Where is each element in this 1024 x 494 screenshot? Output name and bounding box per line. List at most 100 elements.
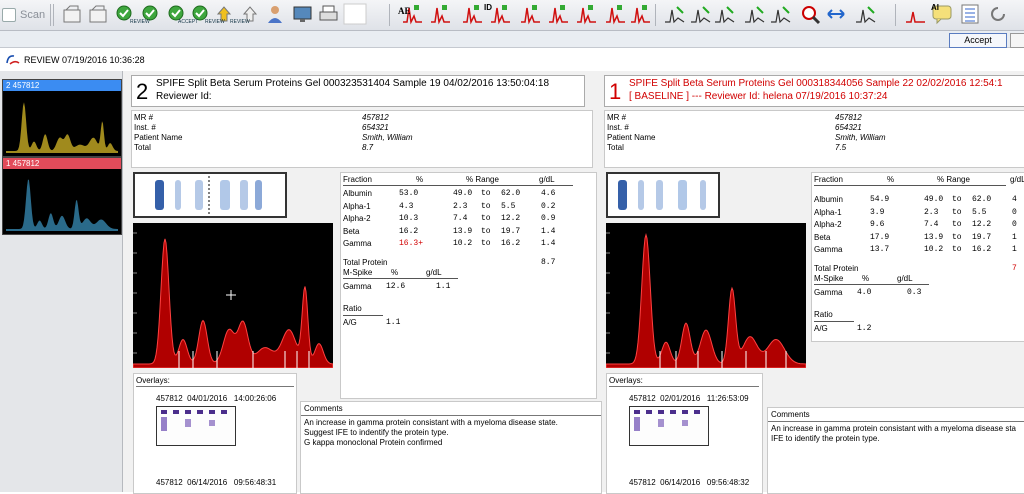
fraction-name: Albumin xyxy=(343,189,372,198)
arrows-icon[interactable] xyxy=(827,9,845,19)
chart-icon[interactable] xyxy=(691,6,711,24)
mspike-name: Gamma xyxy=(343,281,372,291)
accept-button[interactable]: Accept xyxy=(949,33,1007,48)
sample-thumbnail[interactable]: 2 457812 xyxy=(2,79,122,157)
ife-band xyxy=(221,410,227,414)
edit-icon[interactable] xyxy=(89,5,107,23)
peak-icon[interactable] xyxy=(491,5,510,25)
mspike-gdl: 0.3 xyxy=(907,287,922,297)
review-icon[interactable] xyxy=(142,5,158,21)
overlay-entry[interactable]: 457812 06/14/2016 09:56:48:32 xyxy=(629,478,749,487)
peak-icon[interactable] xyxy=(577,5,596,25)
recent-mini-label: REVIEW xyxy=(230,19,250,25)
peak-icon[interactable] xyxy=(631,5,650,25)
sample-thumbnail[interactable]: 1 457812 xyxy=(2,157,122,235)
fraction-low: 7.4 xyxy=(453,214,468,223)
ae-icon[interactable] xyxy=(343,3,367,25)
mspike-pct: 12.6 xyxy=(386,281,406,291)
fraction-name: Alpha-2 xyxy=(814,220,842,229)
gel-bands xyxy=(618,180,706,210)
fraction-high: 12.2 xyxy=(972,220,992,229)
fraction-name: Gamma xyxy=(814,245,843,254)
ife-band xyxy=(185,419,191,427)
overlay-entry[interactable]: 457812 04/01/2016 14:00:26:06 xyxy=(156,394,276,403)
chart-icon[interactable] xyxy=(745,6,765,24)
recent-icon[interactable] xyxy=(192,5,208,21)
fraction-table: Fraction% % Range g/dL Albumin 53.0 49.0 to 62.… xyxy=(340,172,597,399)
densitometry-plot[interactable] xyxy=(605,223,807,369)
overlay-date: 04/01/2016 xyxy=(187,394,228,403)
ife-band xyxy=(173,410,179,414)
fraction-to: to xyxy=(481,189,491,198)
refresh-icon[interactable] xyxy=(991,7,1005,21)
peak-icon[interactable] xyxy=(606,5,625,25)
overlay-gel-image xyxy=(629,406,709,446)
total-protein-value: 7 xyxy=(1012,263,1017,273)
fraction-high: 5.5 xyxy=(972,207,987,217)
chart-icon[interactable] xyxy=(665,6,685,24)
user-icon[interactable] xyxy=(268,6,282,23)
reviewe-icon[interactable] xyxy=(116,5,132,21)
ai-icon[interactable] xyxy=(906,11,925,23)
overlay-gel-image xyxy=(156,406,236,446)
patient-name-label: Patient Name xyxy=(134,133,183,142)
toolbar-divider xyxy=(389,4,390,26)
folder-icon[interactable] xyxy=(63,5,81,23)
gel-band xyxy=(678,180,687,210)
fraction-gdl: 4 xyxy=(1012,195,1017,204)
monitor-icon[interactable] xyxy=(293,6,312,22)
fraction-high: 16.2 xyxy=(972,245,992,254)
gel-band xyxy=(155,180,164,210)
peak-icon[interactable] xyxy=(549,5,568,25)
fraction-gdl: 1 xyxy=(1012,245,1017,254)
chart-icon[interactable] xyxy=(856,6,876,24)
notes-icon[interactable] xyxy=(961,4,979,24)
fraction-gdl: 0.9 xyxy=(541,214,556,223)
fraction-to: to xyxy=(952,195,962,204)
fraction-name: Alpha-2 xyxy=(343,214,371,223)
sample-header: 2 SPIFE Split Beta Serum Proteins Gel 00… xyxy=(131,75,585,107)
comparison-area: 2 SPIFE Split Beta Serum Proteins Gel 00… xyxy=(123,71,1024,494)
accept-mini-label: REVIEW xyxy=(205,19,225,25)
chart-icon[interactable] xyxy=(771,6,791,24)
fraction-header: % xyxy=(416,175,424,184)
fraction-name: Beta xyxy=(814,232,831,242)
patient-info: MR # Inst. # Patient Name Total 457812 6… xyxy=(131,110,593,168)
peak-icon[interactable] xyxy=(521,5,540,25)
overlay-entry[interactable]: 457812 06/14/2016 09:56:48:31 xyxy=(156,478,276,487)
total-value: 7.5 xyxy=(835,143,847,152)
ratio-label: Ratio xyxy=(343,303,362,313)
zoom-icon[interactable] xyxy=(802,6,821,25)
fraction-high: 12.2 xyxy=(501,214,521,223)
comments-text[interactable]: An increase in gamma protein consistant … xyxy=(304,418,558,448)
overlays-label: Overlays: xyxy=(609,376,643,385)
accept-icon[interactable] xyxy=(168,5,184,21)
toolbar-divider xyxy=(895,4,896,26)
peak-icon[interactable] xyxy=(431,5,450,25)
mspike-header: g/dL xyxy=(897,273,913,283)
overlay-time: 14:00:26:06 xyxy=(233,394,277,403)
overlay-entry[interactable]: 457812 02/01/2016 11:26:53:09 xyxy=(629,394,749,403)
fraction-row: Gamma 13.7 10.2 to 16.2 1 xyxy=(812,245,1024,257)
chart-icon[interactable] xyxy=(715,6,735,24)
overlays-panel: Overlays: 457812 02/01/2016 11:26:53:09 … xyxy=(606,373,763,494)
secondary-button[interactable] xyxy=(1010,33,1024,48)
comments-text[interactable]: An increase in gamma protein consistant … xyxy=(771,424,1016,444)
overlay-time: 11:26:53:09 xyxy=(706,394,749,403)
ife-band xyxy=(209,410,215,414)
fraction-high: 5.5 xyxy=(501,201,516,211)
overlay-time: 09:56:48:32 xyxy=(706,478,750,487)
fraction-gdl: 1 xyxy=(1012,232,1017,242)
sample-list: 2 457812 1 457812 xyxy=(0,71,123,492)
ratio-name: A/G xyxy=(814,323,828,333)
ife-band xyxy=(658,410,664,414)
gel-band xyxy=(638,180,644,210)
id-icon[interactable] xyxy=(463,5,482,25)
mr-label: MR # xyxy=(134,113,154,122)
print-icon[interactable] xyxy=(319,5,338,21)
fraction-gdl: 1.4 xyxy=(541,239,556,248)
fraction-header: % xyxy=(887,175,895,184)
ife-band xyxy=(161,410,167,414)
mspike-gdl: 1.1 xyxy=(436,281,451,291)
densitometry-plot[interactable] xyxy=(132,223,334,369)
